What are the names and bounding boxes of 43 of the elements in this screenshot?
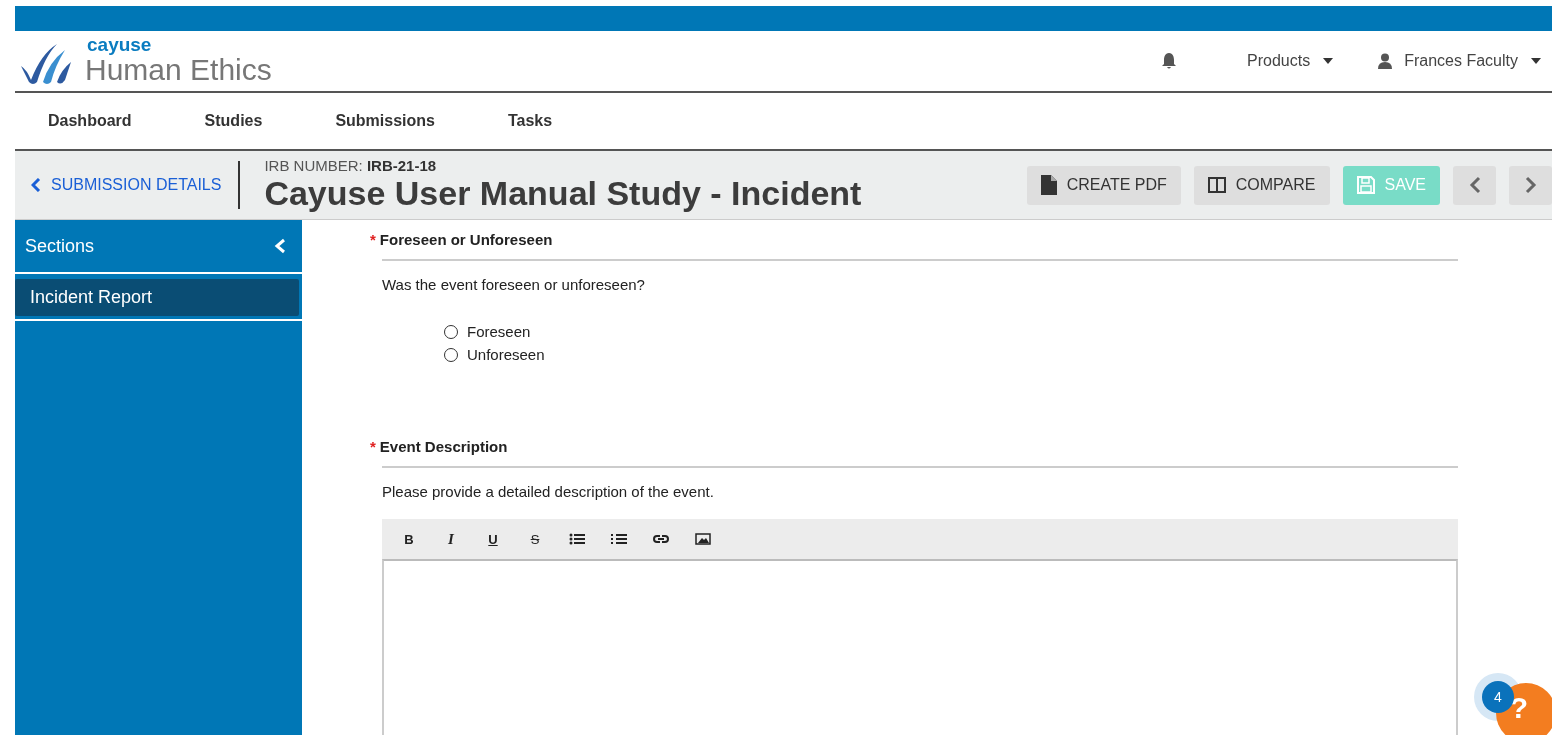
user-icon: [1378, 53, 1393, 69]
question-title: Foreseen or Unforeseen: [379, 231, 553, 248]
product-name: Human Ethics: [85, 54, 272, 86]
chevron-right-icon: [1524, 176, 1537, 194]
chevron-left-icon: [1468, 176, 1481, 194]
compare-button[interactable]: COMPARE: [1193, 165, 1330, 205]
sidebar-title: Sections: [25, 235, 95, 257]
bold-button[interactable]: B: [390, 524, 428, 554]
irb-number: IRB NUMBER: IRB-21-18: [264, 158, 438, 174]
bulleted-list-icon: [569, 532, 585, 546]
brand-name: cayuse: [87, 36, 153, 54]
caret-icon: [1322, 57, 1335, 65]
columns-icon: [1207, 177, 1226, 193]
required-asterisk: *: [370, 438, 376, 455]
sidebar-item[interactable]: Incident Report: [15, 279, 299, 316]
option-label: Unforeseen: [467, 346, 545, 363]
question-title: Event Description: [379, 438, 508, 455]
caret-icon: [1530, 57, 1542, 65]
nav-link[interactable]: Submissions: [335, 112, 435, 130]
underline-button[interactable]: U: [474, 524, 512, 554]
italic-button[interactable]: I: [432, 524, 470, 554]
nav-link[interactable]: Dashboard: [48, 112, 132, 130]
previous-button[interactable]: [1453, 165, 1496, 205]
next-button[interactable]: [1509, 165, 1552, 205]
back-link[interactable]: SUBMISSION DETAILS: [15, 176, 222, 194]
strike-button[interactable]: S: [516, 524, 554, 554]
question-prompt: Was the event foreseen or unforeseen?: [382, 276, 646, 293]
bell-icon: [1161, 52, 1178, 70]
page-title: Cayuse User Manual Study - Incident: [264, 174, 862, 212]
nav-link[interactable]: Tasks: [507, 112, 553, 130]
chevron-left-icon: [31, 178, 41, 192]
question-prompt: Please provide a detailed description of the event.: [382, 483, 715, 500]
nav-link[interactable]: Studies: [204, 112, 263, 130]
image-icon: [695, 532, 711, 546]
numbered-list-icon: [611, 532, 627, 546]
document-icon: [1040, 175, 1057, 195]
link-icon: [653, 532, 669, 546]
user-menu[interactable]: Frances Faculty: [1368, 52, 1552, 70]
required-asterisk: *: [370, 231, 376, 248]
create-pdf-button[interactable]: CREATE PDF: [1026, 165, 1181, 205]
products-menu[interactable]: Products: [1237, 52, 1345, 70]
collapse-chevron-icon: [274, 238, 286, 254]
option-label: Foreseen: [467, 323, 531, 340]
